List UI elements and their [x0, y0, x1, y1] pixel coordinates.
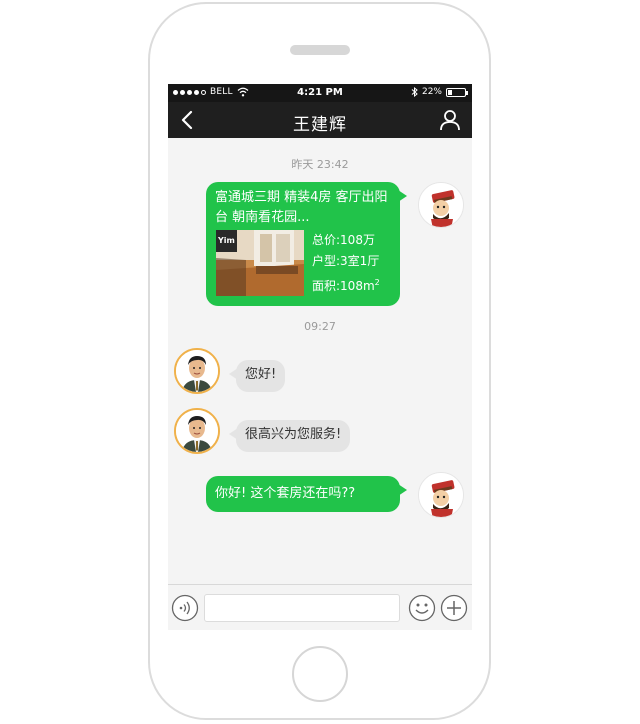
listing-thumbnail[interactable]: Yim	[216, 230, 304, 296]
user-avatar[interactable]	[418, 472, 464, 518]
message-text: 你好! 这个套房还在吗??	[215, 486, 356, 501]
agent-avatar[interactable]	[174, 348, 220, 394]
contact-name: 王建辉	[293, 115, 347, 135]
listing-image-logo: Yim	[216, 230, 237, 252]
user-avatar-image	[419, 183, 463, 227]
bubble-tail	[229, 368, 238, 380]
phone-speaker	[290, 45, 350, 55]
status-bar: BELL 4:21 PM 22%	[168, 84, 472, 102]
battery-icon	[446, 87, 468, 97]
agent-avatar-image	[176, 410, 218, 452]
nav-bar: 王建辉	[168, 102, 472, 138]
message-bubble-incoming[interactable]: 您好!	[229, 360, 286, 392]
agent-avatar-image	[176, 350, 218, 392]
home-button[interactable]	[292, 646, 348, 702]
listing-area-unit: 2	[374, 278, 380, 287]
listing-title: 富通城三期 精装4房 客厅出阳台 朝南看花园...	[215, 190, 388, 225]
listing-layout: 户型:3室1厅	[312, 254, 380, 268]
message-text: 您好!	[245, 367, 277, 382]
user-avatar[interactable]	[418, 182, 464, 228]
timestamp: 昨天 23:42	[291, 158, 349, 171]
listing-details: 总价:108万 户型:3室1厅 面积:108m2	[312, 230, 380, 297]
listing-area-value: 面积:108m	[312, 279, 375, 293]
timestamp: 09:27	[304, 320, 336, 333]
battery-fill	[448, 89, 452, 95]
message-text: 很高兴为您服务!	[245, 427, 342, 442]
listing-card-bubble[interactable]: 富通城三期 精装4房 客厅出阳台 朝南看花园... Yim 总价:108万 户型…	[206, 182, 407, 306]
listing-price: 总价:108万	[312, 233, 375, 247]
chat-screen: BELL 4:21 PM 22% 王建辉 昨天 23:42 富通城三期 精装4房…	[168, 84, 472, 630]
person-icon[interactable]	[438, 108, 462, 132]
bluetooth-icon	[411, 87, 418, 97]
smiley-icon[interactable]	[408, 594, 436, 622]
message-bubble-incoming[interactable]: 很高兴为您服务!	[229, 420, 351, 452]
listing-area: 面积:108m2	[312, 272, 380, 297]
plus-icon[interactable]	[440, 594, 468, 622]
bubble-tail	[229, 428, 238, 440]
agent-avatar[interactable]	[174, 408, 220, 454]
bubble-tail	[398, 190, 407, 202]
voice-icon[interactable]	[171, 594, 199, 622]
user-avatar-image	[419, 473, 463, 517]
input-bar	[168, 584, 472, 630]
message-bubble-outgoing[interactable]: 你好! 这个套房还在吗??	[206, 476, 407, 512]
battery-percent: 22%	[421, 87, 442, 97]
bubble-tail	[398, 484, 407, 496]
message-input[interactable]	[204, 594, 400, 622]
